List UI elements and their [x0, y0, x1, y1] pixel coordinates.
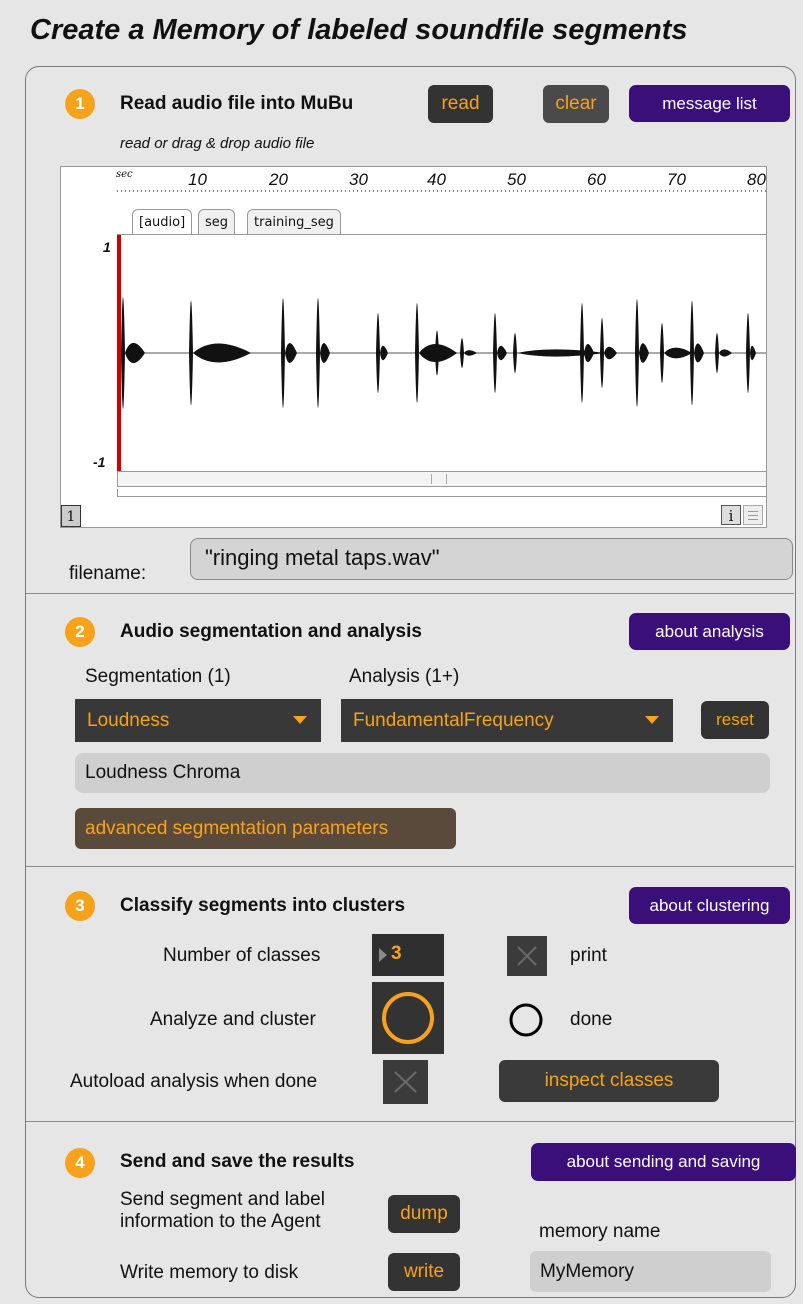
filename-label: filename: — [69, 563, 147, 584]
done-label: done — [570, 1009, 613, 1030]
analysis-dropdown[interactable]: FundamentalFrequency — [341, 699, 673, 742]
waveform-transient — [746, 313, 756, 393]
reset-button[interactable]: reset — [701, 701, 769, 739]
waveform-transient — [690, 300, 704, 406]
x-icon — [394, 1071, 417, 1093]
done-indicator — [509, 1003, 543, 1037]
tab-audio[interactable]: [audio] — [132, 209, 193, 234]
inspect-classes-button[interactable]: inspect classes — [499, 1060, 719, 1102]
chevron-down-icon — [293, 716, 307, 724]
section-divider — [26, 593, 794, 594]
tab-seg[interactable]: seg — [198, 209, 236, 234]
analysis-label: Analysis (1+) — [349, 666, 460, 687]
dump-button[interactable]: dump — [388, 1195, 460, 1233]
message-list-button[interactable]: message list — [629, 85, 790, 122]
tab-training-seg[interactable]: training_seg — [247, 209, 341, 234]
info-icon[interactable]: i — [721, 505, 741, 525]
list-icon[interactable] — [743, 505, 763, 525]
selected-analyses-field[interactable]: Loudness Chroma — [75, 753, 770, 793]
num-classes-value: 3 — [391, 943, 402, 964]
ruler-tick: 10 — [188, 170, 207, 189]
waveform-transient — [435, 330, 457, 376]
section-4-title: Send and save the results — [120, 1151, 355, 1172]
waveform-transient — [660, 323, 692, 383]
circle-icon — [382, 992, 434, 1044]
read-hint: read or drag & drop audio file — [120, 135, 315, 152]
step-2-badge: 2 — [65, 617, 95, 647]
segmentation-label: Segmentation (1) — [85, 666, 231, 687]
waveform-transient — [460, 338, 477, 368]
segmentation-dropdown[interactable]: Loudness — [75, 699, 321, 742]
ruler-tick: 50 — [507, 170, 526, 189]
write-label: Write memory to disk — [120, 1262, 299, 1283]
send-label-line2: information to the Agent — [120, 1211, 321, 1232]
section-divider — [26, 1121, 794, 1122]
ruler-tick: 40 — [427, 170, 446, 189]
segmentation-value: Loudness — [87, 710, 170, 731]
autoload-toggle[interactable] — [383, 1060, 428, 1104]
track-index[interactable]: 1 — [61, 505, 81, 527]
waveform-transient — [316, 298, 330, 408]
num-classes-label: Number of classes — [163, 945, 321, 966]
y-axis-max: 1 — [103, 239, 111, 255]
analyze-label: Analyze and cluster — [150, 1009, 316, 1030]
analyze-cluster-button[interactable] — [372, 982, 444, 1054]
waveform-transient — [281, 298, 297, 408]
print-label: print — [570, 945, 607, 966]
timeline-strip — [117, 489, 766, 497]
section-1-title: Read audio file into MuBu — [120, 93, 354, 114]
about-analysis-button[interactable]: about analysis — [629, 613, 790, 650]
autoload-label: Autoload analysis when done — [70, 1071, 318, 1092]
waveform-transient — [600, 318, 617, 388]
num-classes-box[interactable]: 3 — [372, 934, 444, 976]
print-toggle[interactable] — [507, 936, 547, 976]
y-axis-min: -1 — [93, 454, 106, 470]
ruler-tick: 60 — [587, 170, 606, 189]
write-button[interactable]: write — [388, 1253, 460, 1291]
waveform-transient — [121, 297, 145, 409]
step-1-badge: 1 — [65, 89, 95, 119]
about-clustering-button[interactable]: about clustering — [629, 887, 790, 924]
scrollbar-grip[interactable] — [431, 474, 447, 484]
chevron-down-icon — [645, 716, 659, 724]
page-title: Create a Memory of labeled soundfile seg… — [30, 14, 688, 46]
playhead — [117, 235, 121, 475]
waveform-transient — [189, 300, 251, 406]
section-2-title: Audio segmentation and analysis — [120, 621, 422, 642]
waveform-editor[interactable]: sec 10 20 30 40 50 60 70 80 [audio] seg … — [60, 166, 767, 528]
ruler-tick: 80 — [747, 170, 766, 189]
horizontal-scrollbar[interactable] — [117, 471, 766, 487]
x-icon — [517, 946, 537, 966]
number-arrow-icon — [379, 948, 387, 962]
step-3-badge: 3 — [65, 891, 95, 921]
waveform-transient — [635, 299, 649, 407]
send-label: Send segment and label information to th… — [120, 1189, 325, 1233]
waveform-transient — [580, 303, 594, 403]
filename-field[interactable]: "ringing metal taps.wav" — [190, 538, 793, 580]
advanced-segmentation-button[interactable]: advanced segmentation parameters — [75, 808, 456, 849]
step-4-badge: 4 — [65, 1148, 95, 1178]
ruler-tick: 20 — [269, 170, 288, 189]
analysis-value: FundamentalFrequency — [353, 710, 554, 731]
waveform-transient — [493, 313, 507, 393]
time-ruler — [117, 190, 766, 192]
ruler-tick: 30 — [349, 170, 368, 189]
waveform — [117, 235, 766, 475]
send-label-line1: Send segment and label — [120, 1189, 325, 1210]
memory-name-field[interactable]: MyMemory — [530, 1251, 771, 1292]
section-3-title: Classify segments into clusters — [120, 895, 406, 916]
clear-button[interactable]: clear — [543, 85, 609, 123]
read-button[interactable]: read — [428, 85, 493, 123]
ruler-tick: 70 — [667, 170, 686, 189]
waveform-transient — [715, 333, 732, 373]
section-divider — [26, 866, 794, 867]
memory-name-label: memory name — [539, 1221, 661, 1242]
waveform-transient — [376, 313, 388, 393]
about-sending-saving-button[interactable]: about sending and saving — [531, 1143, 796, 1181]
